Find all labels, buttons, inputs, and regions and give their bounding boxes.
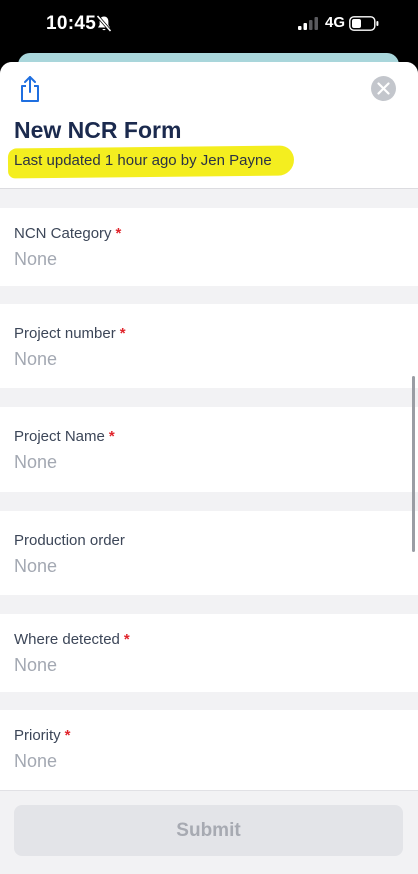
signal-icon — [298, 17, 318, 30]
field-label: Project Name * — [14, 428, 115, 445]
field-label: Project number * — [14, 325, 126, 342]
field-value: None — [14, 249, 58, 269]
field-ncn-category[interactable]: NCN Category * None — [0, 208, 418, 286]
scrollbar[interactable] — [412, 376, 415, 552]
field-project-name[interactable]: Project Name * None — [0, 407, 418, 492]
bell-slash-icon — [96, 15, 112, 32]
field-label: NCN Category * — [14, 225, 122, 242]
field-where-detected[interactable]: Where detected * None — [0, 614, 418, 692]
field-value: None — [14, 655, 58, 675]
close-icon — [377, 82, 390, 95]
required-mark: * — [115, 225, 122, 242]
share-icon[interactable] — [18, 75, 42, 103]
close-button[interactable] — [371, 76, 396, 101]
field-value: None — [14, 751, 58, 771]
required-mark: * — [119, 325, 126, 342]
field-priority[interactable]: Priority * None — [0, 710, 418, 800]
field-label: Production order — [14, 532, 125, 549]
last-updated-text: Last updated 1 hour ago by Jen Payne — [14, 152, 272, 169]
field-value: None — [14, 556, 58, 576]
required-mark: * — [64, 727, 71, 744]
network-type: 4G — [325, 14, 346, 31]
status-bar: 10:45 4G — [0, 0, 418, 52]
page-title: New NCR Form — [14, 117, 182, 143]
form-footer: Submit — [0, 790, 418, 874]
field-label: Priority * — [14, 727, 71, 744]
required-mark: * — [108, 428, 115, 445]
status-time: 10:45 — [46, 13, 97, 34]
battery-icon — [349, 16, 379, 31]
submit-button[interactable]: Submit — [14, 805, 403, 856]
field-label: Where detected * — [14, 631, 130, 648]
field-value: None — [14, 349, 58, 369]
field-project-number[interactable]: Project number * None — [0, 304, 418, 388]
form-sheet: New NCR Form Last updated 1 hour ago by … — [0, 62, 418, 874]
required-mark: * — [123, 631, 130, 648]
field-value: None — [14, 452, 58, 472]
field-production-order[interactable]: Production order None — [0, 511, 418, 595]
form-header: New NCR Form Last updated 1 hour ago by … — [0, 62, 418, 189]
